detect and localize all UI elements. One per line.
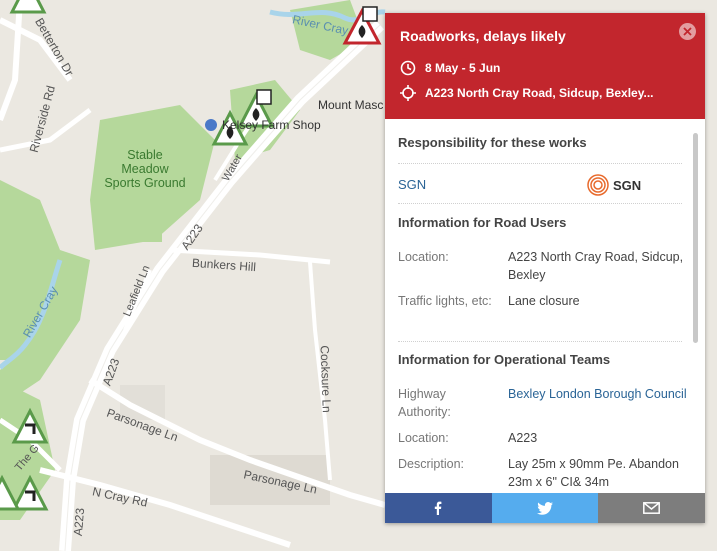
field-label-highway-authority: Highway Authority: bbox=[398, 387, 451, 419]
section-title-operational: Information for Operational Teams bbox=[398, 352, 611, 367]
roadworks-popup: Roadworks, delays likely 8 May - 5 Jun A… bbox=[385, 13, 706, 523]
field-value-description: Lay 25m x 90mm Pe. Abandon 23m x 6" CI& … bbox=[508, 457, 679, 489]
field-label-location: Location: bbox=[398, 250, 449, 264]
map-label-stable-meadow: Stable Meadow Sports Ground bbox=[104, 148, 186, 190]
map-label-farm-shop: Kelsey Farm Shop bbox=[222, 118, 321, 132]
divider bbox=[398, 163, 682, 164]
divider bbox=[398, 203, 682, 204]
close-button[interactable] bbox=[679, 23, 696, 40]
field-value-traffic-lights: Lane closure bbox=[508, 294, 580, 308]
field-value-op-location: A223 bbox=[508, 431, 538, 445]
sgn-logo-icon bbox=[587, 174, 609, 196]
close-icon bbox=[683, 27, 692, 36]
location-summary: A223 North Cray Road, Sidcup, Bexley... bbox=[425, 86, 654, 100]
shop-pin-icon bbox=[205, 119, 217, 131]
location-row: A223 North Cray Road, Sidcup, Bexley... bbox=[400, 85, 654, 101]
sgn-logo-text: SGN bbox=[613, 177, 642, 193]
popup-body[interactable]: Responsibility for these works SGN SGN I… bbox=[385, 119, 705, 493]
company-link[interactable]: SGN bbox=[398, 176, 578, 194]
section-title-road-users: Information for Road Users bbox=[398, 215, 567, 230]
crosshair-icon bbox=[400, 85, 416, 101]
sgn-logo: SGN bbox=[586, 173, 641, 197]
field-label-traffic-lights: Traffic lights, etc: bbox=[398, 294, 492, 308]
field-value-location: A223 North Cray Road, Sidcup, Bexley bbox=[508, 250, 684, 282]
field-label-description: Description: bbox=[398, 457, 464, 471]
date-range: 8 May - 5 Jun bbox=[425, 61, 501, 75]
scrollbar[interactable] bbox=[693, 133, 698, 343]
map-label-cocksure-ln: Cocksure Ln bbox=[317, 345, 334, 413]
map-label-mount-mascal: Mount Masc bbox=[318, 98, 384, 112]
field-value-highway-authority[interactable]: Bexley London Borough Council bbox=[508, 385, 688, 403]
share-twitter-button[interactable] bbox=[491, 493, 599, 523]
twitter-icon bbox=[537, 501, 553, 515]
section-title-responsibility: Responsibility for these works bbox=[398, 135, 587, 150]
clock-icon bbox=[400, 60, 416, 76]
roadworks-marker bbox=[9, 0, 47, 14]
facebook-icon bbox=[435, 501, 442, 515]
date-row: 8 May - 5 Jun bbox=[400, 60, 500, 76]
popup-header: Roadworks, delays likely 8 May - 5 Jun A… bbox=[385, 13, 705, 119]
green-patch-small bbox=[140, 222, 162, 242]
share-email-button[interactable] bbox=[598, 493, 706, 523]
divider bbox=[398, 341, 682, 342]
popup-title: Roadworks, delays likely bbox=[400, 28, 566, 44]
field-label-op-location: Location: bbox=[398, 431, 449, 445]
share-facebook-button[interactable] bbox=[385, 493, 492, 523]
map-label-a223: A223 bbox=[70, 507, 88, 537]
email-icon bbox=[643, 502, 661, 514]
share-bar bbox=[385, 493, 706, 523]
